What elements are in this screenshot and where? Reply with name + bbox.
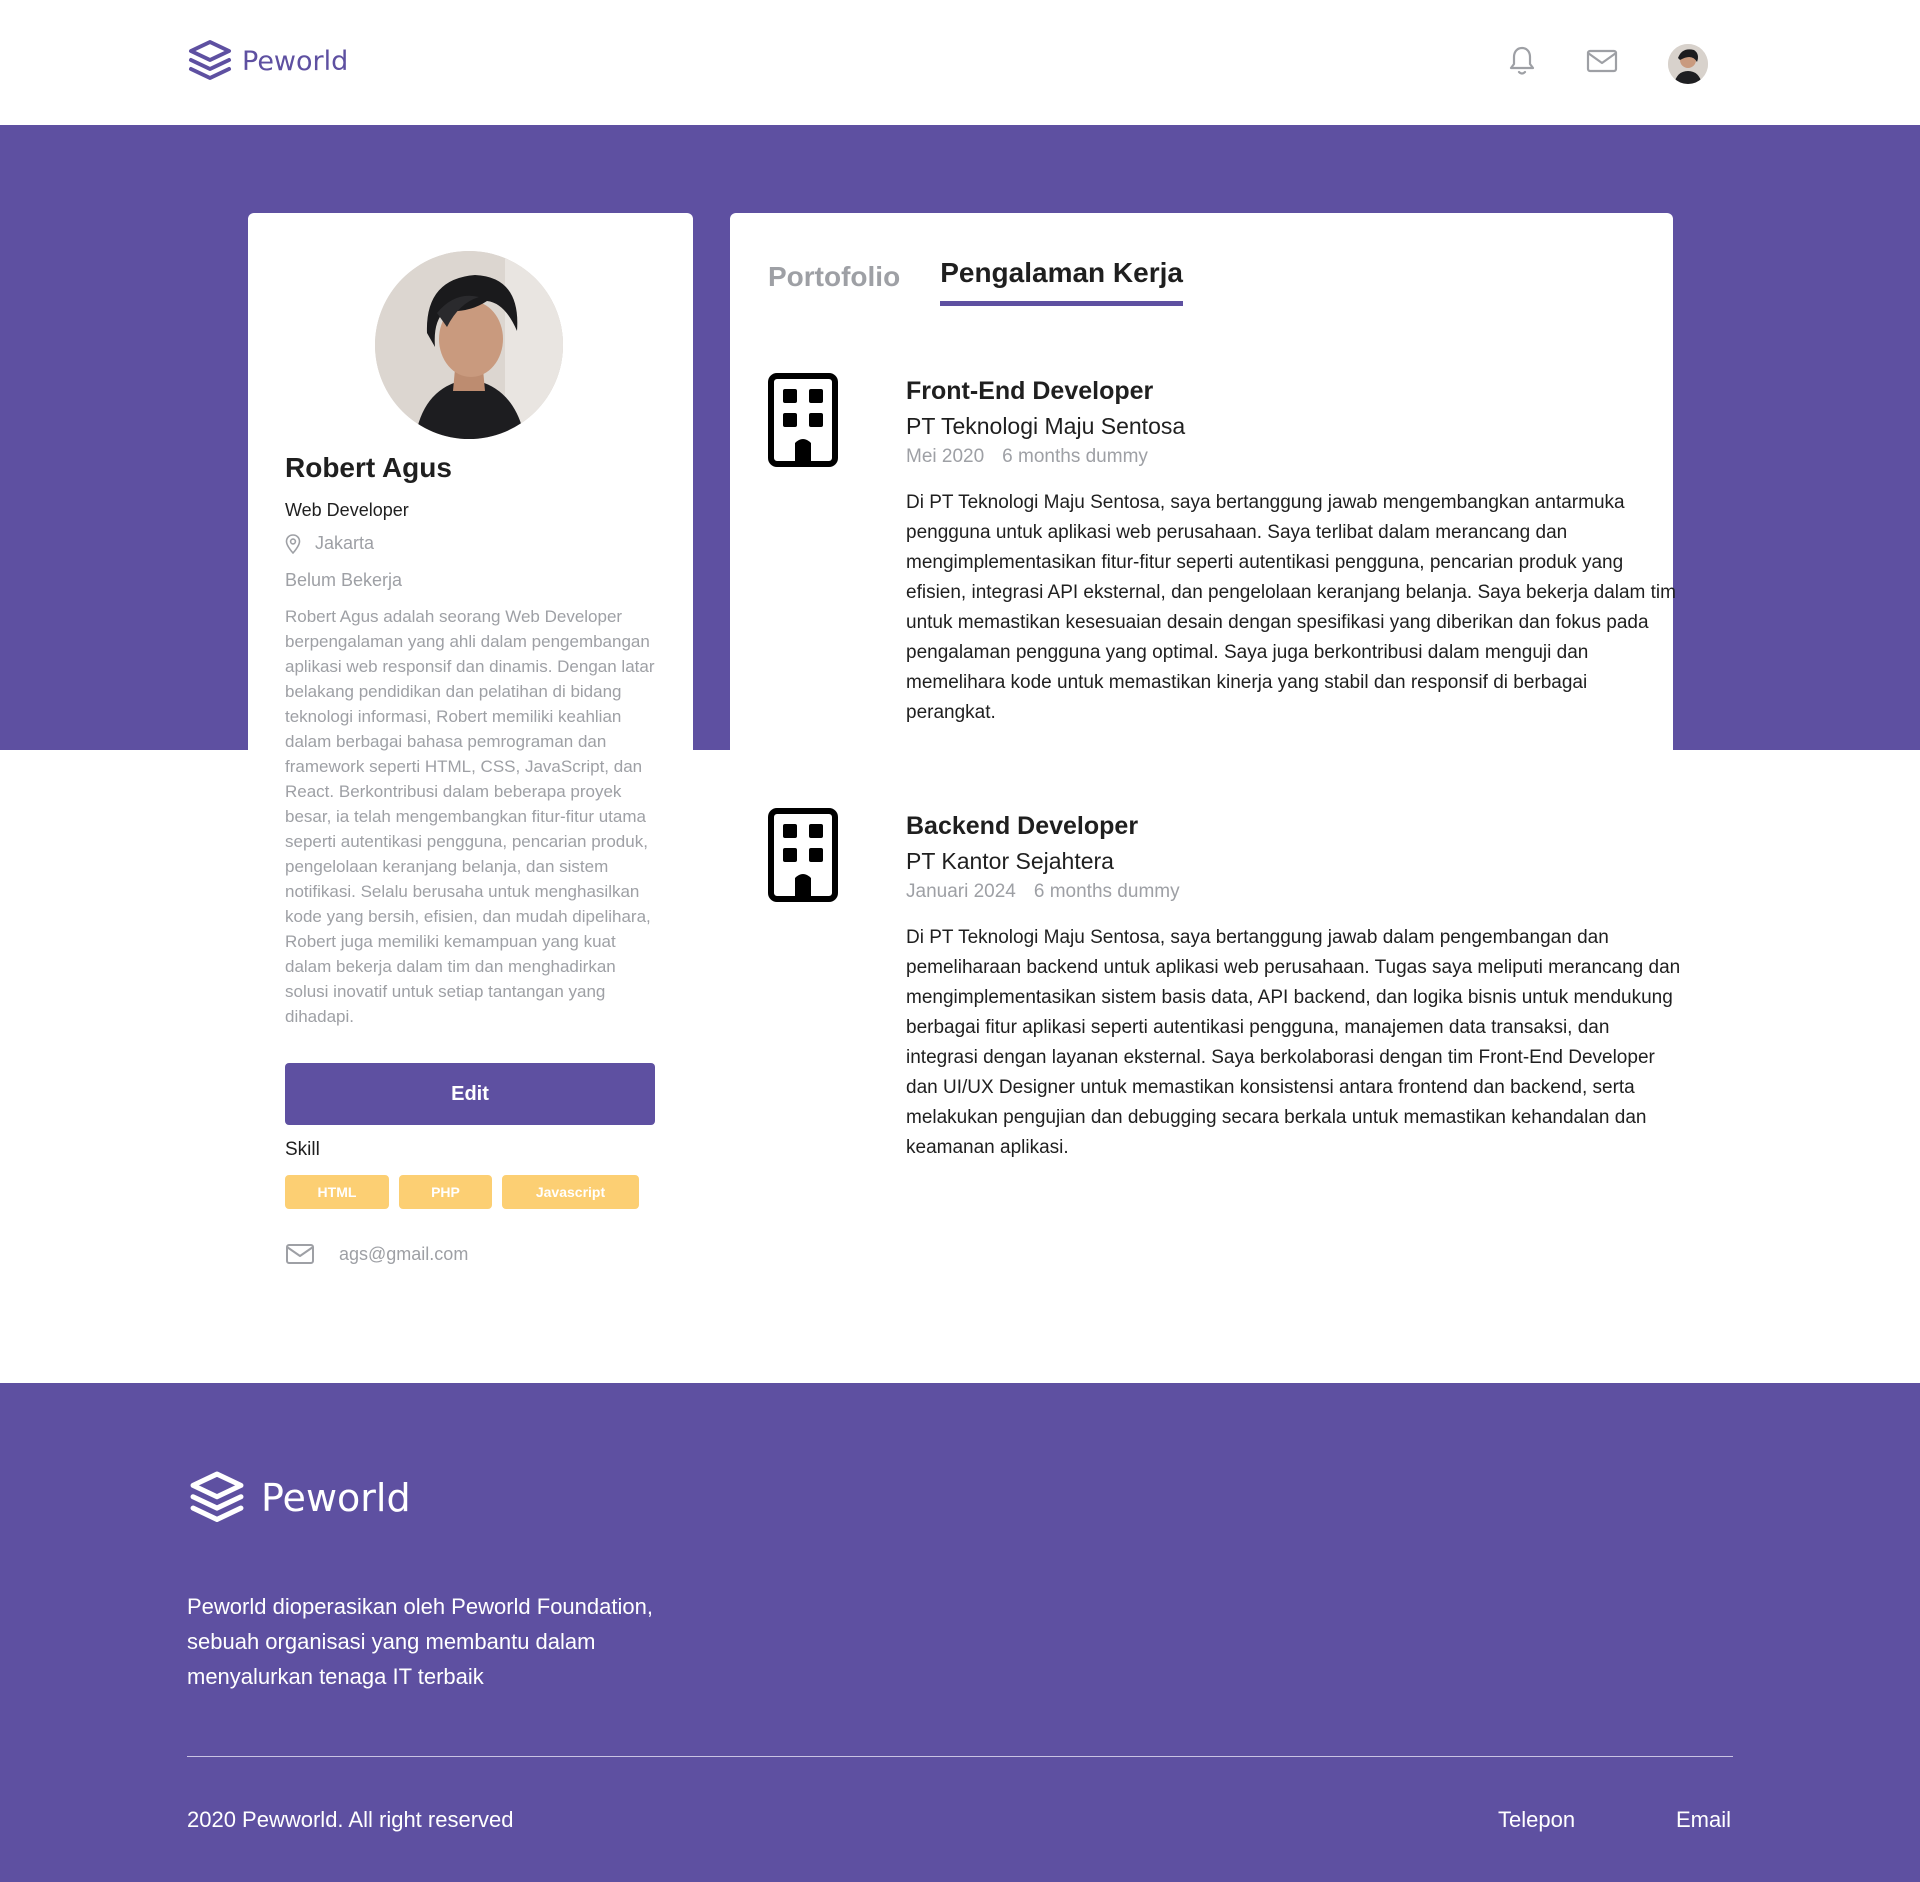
user-avatar[interactable] — [1668, 44, 1708, 84]
footer-description: Peworld dioperasikan oleh Peworld Founda… — [187, 1594, 653, 1689]
skill-tag[interactable]: HTML — [285, 1175, 389, 1209]
job-duration: 6 months dummy — [1033, 881, 1180, 902]
footer-divider — [187, 1756, 1733, 1757]
notification-button[interactable] — [1505, 44, 1539, 78]
experience-details: Backend Developer PT Kantor Sejahtera Ja… — [906, 812, 1681, 1163]
profile-card: Robert Agus Web Developer Jakarta Belum … — [248, 213, 693, 1303]
company-name: PT Kantor Sejahtera — [906, 848, 1114, 874]
edit-profile-button[interactable]: Edit — [285, 1063, 655, 1125]
profile-photo — [375, 251, 563, 439]
brand-logo-link[interactable]: Peworld — [187, 38, 348, 84]
skill-tag[interactable]: PHP — [399, 1175, 492, 1209]
job-duration: 6 months dummy — [1002, 446, 1148, 467]
profile-tabs: Portofolio Pengalaman Kerja — [768, 257, 1183, 306]
footer-link-email[interactable]: Email — [1676, 1807, 1731, 1833]
profile-location: Jakarta — [285, 533, 374, 554]
avatar-photo — [1668, 44, 1708, 84]
job-title: Backend Developer — [906, 812, 1139, 840]
tab-pengalaman-kerja[interactable]: Pengalaman Kerja — [940, 257, 1183, 306]
profile-portrait — [375, 251, 563, 439]
top-navbar: Peworld — [0, 0, 1920, 125]
job-period: Januari 2024 6 months dummy — [906, 881, 1681, 903]
experience-details: Front-End Developer PT Teknologi Maju Se… — [906, 377, 1681, 728]
profile-bio: Robert Agus adalah seorang Web Developer… — [285, 607, 655, 1026]
footer-brand-name: Peworld — [261, 1476, 411, 1520]
job-description: Di PT Teknologi Maju Sentosa, saya berta… — [906, 927, 1681, 1158]
company-name: PT Teknologi Maju Sentosa — [906, 413, 1186, 439]
skill-tag[interactable]: Javascript — [502, 1175, 639, 1209]
experience-card: Portofolio Pengalaman Kerja Front-End De… — [730, 213, 1680, 1158]
building-icon — [768, 808, 838, 902]
profile-role: Web Developer — [285, 500, 409, 520]
footer-brand[interactable]: Peworld — [187, 1469, 411, 1527]
contact-email[interactable]: ags@gmail.com — [285, 1242, 468, 1266]
profile-name: Robert Agus — [285, 452, 452, 483]
tab-portofolio[interactable]: Portofolio — [768, 261, 900, 306]
mail-icon — [1586, 49, 1618, 73]
stack-layers-icon — [190, 1471, 244, 1522]
email-text: ags@gmail.com — [339, 1243, 469, 1264]
mail-icon — [286, 1244, 314, 1264]
job-date: Januari 2024 — [906, 881, 1016, 902]
bell-icon — [1509, 46, 1535, 75]
skill-heading: Skill — [285, 1139, 320, 1160]
job-title: Front-End Developer — [906, 377, 1154, 405]
skill-list: HTML PHP Javascript — [285, 1175, 639, 1209]
map-pin-icon — [285, 533, 301, 554]
job-period: Mei 2020 6 months dummy — [906, 446, 1681, 468]
site-footer: Peworld Peworld dioperasikan oleh Peworl… — [0, 1383, 1920, 1882]
footer-link-telepon[interactable]: Telepon — [1498, 1807, 1575, 1833]
copyright-text: 2020 Pewworld. All right reserved — [187, 1807, 514, 1832]
job-description: Di PT Teknologi Maju Sentosa, saya berta… — [906, 492, 1676, 723]
location-text: Jakarta — [315, 533, 375, 553]
job-date: Mei 2020 — [906, 446, 985, 467]
stack-layers-icon — [189, 40, 231, 80]
employment-status: Belum Bekerja — [285, 570, 403, 590]
building-icon — [768, 373, 838, 467]
brand-name: Peworld — [242, 45, 349, 77]
messages-button[interactable] — [1585, 44, 1619, 78]
